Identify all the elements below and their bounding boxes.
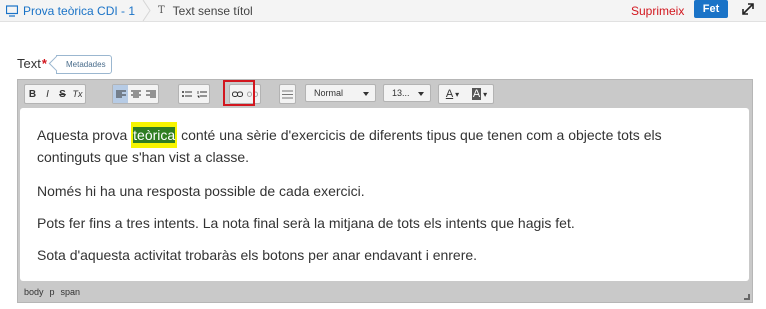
- element-path-bar: body p span: [18, 283, 752, 301]
- paragraph-3: Pots fer fins a tres intents. La nota fi…: [37, 215, 575, 231]
- align-right-button[interactable]: [143, 85, 158, 103]
- chevron-down-icon: ▾: [455, 89, 460, 99]
- list-group: [178, 84, 210, 104]
- text-type-icon: T: [158, 5, 165, 16]
- format-select[interactable]: Normal: [305, 84, 376, 102]
- monitor-icon: [6, 4, 18, 17]
- text-color-button[interactable]: A ▾: [439, 85, 466, 103]
- rich-text-editor: B I S Tx Normal 13... A ▾ A ▾ Aquesta pr…: [17, 79, 753, 303]
- paragraph-2: Només hi ha una resposta possible de cad…: [37, 183, 365, 199]
- metadata-tag[interactable]: Metadades: [56, 55, 112, 74]
- font-size-value: 13...: [392, 88, 410, 98]
- paragraph-1-start: Aquesta prova: [37, 127, 132, 143]
- background-color-button[interactable]: A ▾: [466, 85, 493, 103]
- chevron-down-icon: ▾: [483, 89, 488, 99]
- link-button-highlight: [223, 80, 255, 106]
- font-size-select[interactable]: 13...: [383, 84, 431, 102]
- breadcrumb-current-label: Text sense títol: [172, 3, 253, 18]
- editor-toolbar: B I S Tx Normal 13... A ▾ A ▾: [18, 80, 752, 106]
- editor-content[interactable]: Aquesta prova teòrica conté una sèrie d'…: [20, 108, 749, 281]
- bold-button[interactable]: B: [25, 85, 40, 103]
- rule-group: [279, 84, 296, 104]
- horizontal-rule-icon: [282, 90, 293, 98]
- path-p[interactable]: p: [50, 287, 55, 297]
- path-span[interactable]: span: [61, 287, 81, 297]
- numbered-list-icon: [197, 90, 207, 98]
- breadcrumb-current: T Text sense títol: [158, 0, 253, 21]
- bulleted-list-icon: [181, 90, 192, 97]
- breadcrumb-course-link[interactable]: Prova teòrica CDI - 1: [6, 0, 135, 21]
- horizontal-rule-button[interactable]: [280, 85, 295, 103]
- breadcrumb-separator-icon: [142, 0, 151, 21]
- top-bar: Prova teòrica CDI - 1 T Text sense títol…: [0, 0, 766, 22]
- required-marker: *: [41, 56, 47, 71]
- field-label: Text*: [17, 56, 47, 71]
- expand-icon[interactable]: [740, 1, 756, 17]
- done-button[interactable]: Fet: [694, 0, 728, 18]
- chevron-down-icon: [418, 92, 424, 96]
- basic-style-group: B I S Tx: [24, 84, 86, 104]
- paragraph-4: Sota d'aquesta activitat trobaràs els bo…: [37, 247, 478, 263]
- italic-button[interactable]: I: [40, 85, 55, 103]
- chevron-down-icon: [363, 92, 369, 96]
- color-group: A ▾ A ▾: [438, 84, 494, 104]
- highlighted-word-text: teòrica: [133, 127, 176, 143]
- align-left-button[interactable]: [113, 85, 128, 103]
- background-color-label: A: [471, 88, 482, 100]
- format-select-value: Normal: [314, 88, 344, 98]
- align-center-button[interactable]: [128, 85, 143, 103]
- path-body[interactable]: body: [24, 287, 44, 297]
- text-color-label: A: [445, 88, 454, 100]
- strikethrough-button[interactable]: S: [55, 85, 70, 103]
- numbered-list-button[interactable]: [194, 85, 209, 103]
- highlighted-word: teòrica: [131, 122, 178, 148]
- align-right-icon: [145, 90, 156, 97]
- field-label-text: Text: [17, 56, 41, 71]
- alignment-group: [112, 84, 159, 104]
- breadcrumb-course-label: Prova teòrica CDI - 1: [23, 3, 136, 18]
- delete-link[interactable]: Suprimeix: [631, 0, 684, 21]
- bulleted-list-button[interactable]: [179, 85, 194, 103]
- clear-format-button[interactable]: Tx: [70, 85, 85, 103]
- align-center-icon: [130, 90, 141, 97]
- resize-handle-icon[interactable]: [744, 294, 750, 300]
- align-left-icon: [115, 90, 126, 97]
- paragraph-1: Aquesta prova teòrica conté una sèrie d'…: [37, 122, 717, 168]
